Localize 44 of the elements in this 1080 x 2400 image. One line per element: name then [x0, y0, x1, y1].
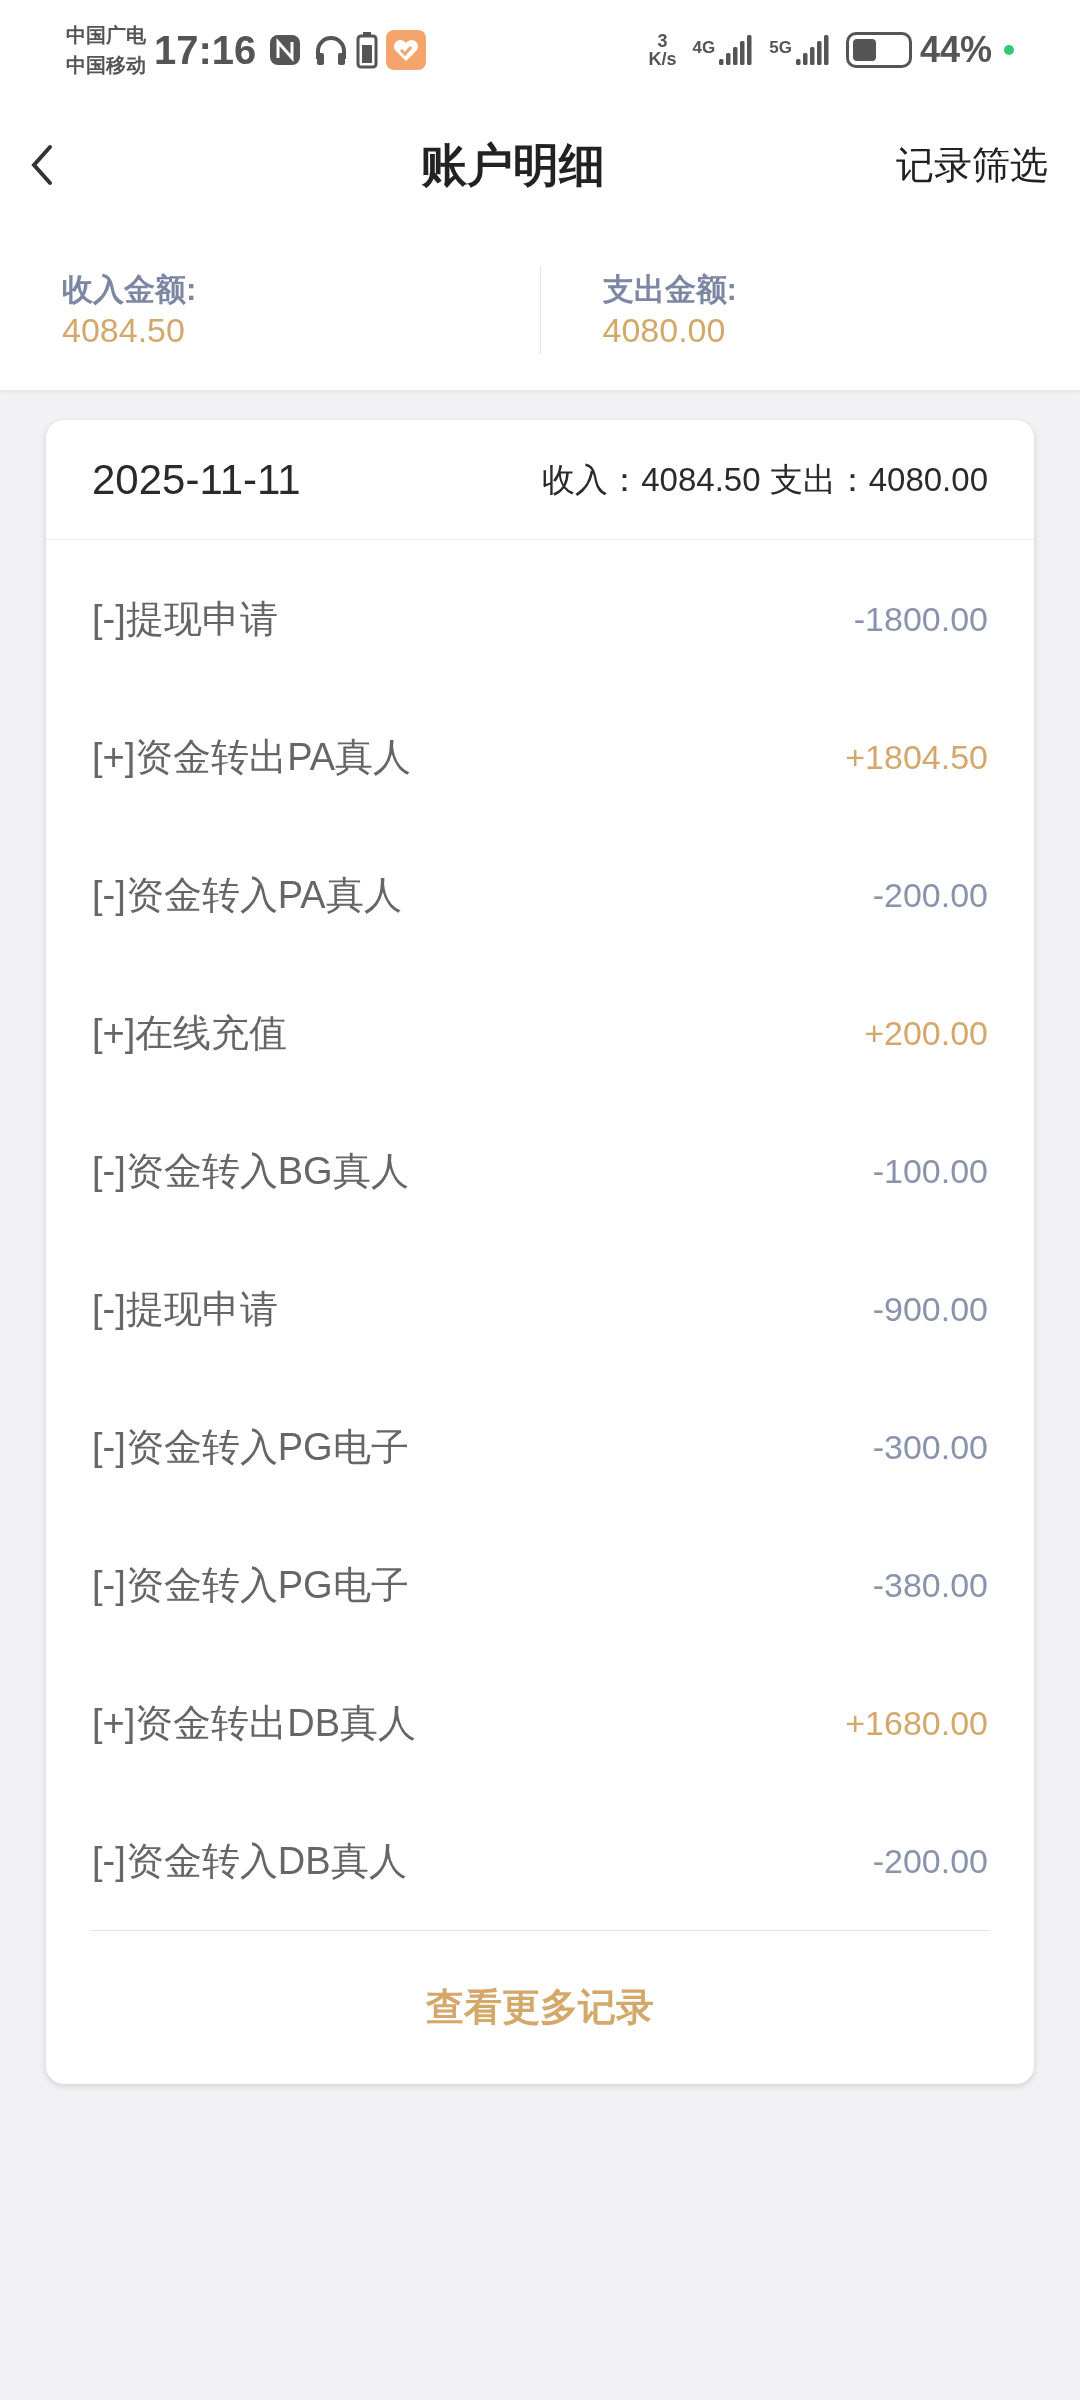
page-title: 账户明细	[421, 137, 605, 193]
summary-amount: 4084.50	[62, 310, 186, 350]
clock: 17:16	[154, 27, 257, 74]
carrier-name: 中国移动	[66, 53, 146, 78]
transaction-amount: -100.00	[872, 1150, 988, 1192]
transaction-title: [-]资金转入PG电子	[92, 1424, 409, 1470]
network-type: 5G	[769, 37, 792, 59]
speed-value: 3	[657, 32, 668, 50]
transaction-amount: +1804.50	[845, 736, 988, 778]
filter-button[interactable]: 记录筛选	[896, 136, 1050, 194]
signal-icon	[795, 35, 830, 65]
transaction-title: [-]资金转入PA真人	[92, 872, 402, 918]
speed-unit: K/s	[648, 50, 677, 68]
transaction-title: [-]资金转入DB真人	[92, 1838, 407, 1884]
day-totals: 收入：4084.50 支出：4080.00	[542, 459, 988, 500]
transaction-title: [+]资金转出PA真人	[92, 734, 412, 780]
network-type: 4G	[692, 37, 716, 59]
summary-amount: 4080.00	[602, 310, 727, 350]
nfc-icon	[268, 33, 303, 67]
transaction-amount: -380.00	[872, 1564, 988, 1606]
back-icon	[30, 143, 54, 187]
transaction-title: [-]提现申请	[92, 596, 278, 642]
transaction-amount: -1800.00	[853, 598, 988, 640]
signal-icon	[719, 35, 754, 65]
summary-label: 收入金额:	[62, 271, 198, 309]
transaction-title: [+]资金转出DB真人	[92, 1700, 417, 1746]
transaction-amount: -300.00	[872, 1426, 988, 1468]
transaction-amount: -900.00	[872, 1288, 988, 1330]
transaction-amount: +200.00	[864, 1012, 988, 1054]
battery-percent: 44%	[919, 28, 992, 72]
date-heading: 2025-11-11	[92, 455, 301, 505]
transaction-amount: -200.00	[872, 874, 988, 916]
transaction-title: [+]在线充值	[92, 1010, 288, 1056]
battery-saver-icon	[356, 31, 379, 69]
carrier-name: 中国广电	[66, 23, 146, 48]
transaction-title: [-]资金转入PG电子	[92, 1562, 409, 1608]
summary-label: 支出金额:	[602, 271, 738, 309]
headphones-icon	[314, 33, 349, 67]
battery-icon	[845, 32, 912, 68]
transaction-title: [-]提现申请	[92, 1286, 278, 1332]
transaction-amount: +1680.00	[845, 1702, 988, 1744]
transaction-amount: -200.00	[872, 1840, 988, 1882]
heart-app-icon	[386, 30, 427, 70]
transaction-title: [-]资金转入BG真人	[92, 1148, 409, 1194]
